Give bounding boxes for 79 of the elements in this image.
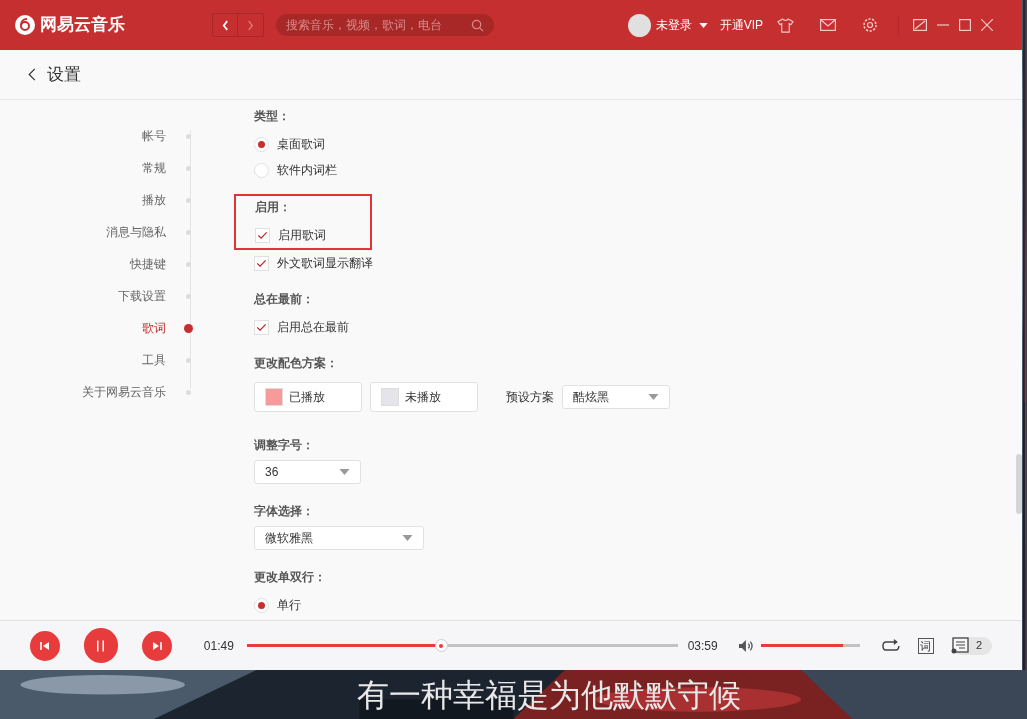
next-button[interactable]	[142, 630, 172, 661]
sidebar-item[interactable]: 播放	[142, 191, 166, 209]
caret-icon	[402, 535, 413, 541]
caret-icon	[648, 394, 659, 400]
desktop-lyric: 有一种幸福是为他默默守候	[356, 674, 741, 716]
preset-label: 预设方案	[506, 389, 554, 406]
dropdown-value: 36	[265, 464, 279, 481]
close-icon[interactable]	[981, 19, 993, 31]
vip-link[interactable]: 开通VIP	[719, 16, 763, 34]
user-name[interactable]: 未登录	[655, 16, 692, 34]
sidebar-item[interactable]: 工具	[142, 351, 166, 369]
check-icon	[256, 257, 267, 269]
repeat-icon[interactable]	[882, 638, 901, 653]
sidebar-item[interactable]: 消息与隐私	[106, 223, 166, 241]
maximize-icon[interactable]	[959, 19, 971, 31]
mail-icon[interactable]	[820, 19, 836, 31]
radio-button[interactable]	[254, 136, 269, 152]
playlist-count: 2	[975, 638, 982, 654]
search-field[interactable]: 搜索音乐，视频，歌词，电台	[276, 14, 494, 36]
color-button[interactable]: 已播放	[254, 382, 362, 412]
dropdown[interactable]: 酷炫黑	[562, 385, 670, 409]
section-heading: 调整字号：	[254, 437, 315, 454]
sidebar-item[interactable]: 快捷键	[130, 255, 166, 273]
checkbox[interactable]	[254, 255, 269, 271]
volume-icon[interactable]	[737, 638, 754, 653]
radio-button[interactable]	[254, 162, 269, 178]
sidebar-item[interactable]: 歌词	[142, 319, 166, 337]
pause-button[interactable]	[83, 628, 119, 663]
skip-back-icon	[39, 640, 50, 651]
section-heading: 更改单双行：	[254, 569, 327, 586]
lyrics-button[interactable]: 词	[918, 637, 934, 654]
skip-forward-icon	[152, 640, 163, 651]
caret-icon[interactable]	[698, 22, 708, 28]
chevron-right-icon	[247, 19, 254, 31]
chevron-left-icon	[221, 19, 229, 31]
section-heading: 更改配色方案：	[254, 355, 339, 372]
sidebar-item[interactable]: 帐号	[142, 127, 166, 145]
option-label: 启用歌词	[278, 227, 326, 244]
caret-icon	[339, 469, 350, 475]
page-title: 设置	[47, 63, 81, 86]
option-label: 软件内词栏	[277, 162, 337, 179]
progress-handle[interactable]	[434, 639, 448, 652]
check-icon	[256, 321, 267, 333]
search-icon	[471, 18, 484, 32]
mini-mode-icon[interactable]	[913, 19, 927, 31]
sidebar-item[interactable]: 关于网易云音乐	[82, 383, 166, 401]
playlist-icon	[949, 636, 970, 655]
checkbox[interactable]	[254, 319, 269, 335]
section-heading: 总在最前：	[254, 291, 315, 308]
option-label: 启用总在最前	[277, 319, 349, 336]
app-name: 网易云音乐	[40, 14, 126, 37]
section-heading: 类型：	[254, 108, 291, 125]
check-icon	[257, 229, 268, 241]
radio-button[interactable]	[254, 597, 269, 613]
section-heading: 字体选择：	[254, 503, 315, 520]
sidebar-item[interactable]: 常规	[142, 159, 166, 177]
shirt-icon[interactable]	[777, 17, 794, 33]
sidebar-item[interactable]: 下载设置	[118, 287, 166, 305]
dropdown[interactable]: 36	[254, 460, 361, 484]
dropdown-value: 微软雅黑	[265, 530, 313, 547]
checkbox[interactable]	[255, 227, 270, 243]
pause-icon	[95, 638, 107, 653]
dropdown-value: 酷炫黑	[573, 389, 609, 406]
avatar[interactable]	[627, 13, 651, 37]
section-heading: 启用：	[255, 199, 292, 216]
app-logo-icon	[15, 15, 35, 35]
color-button[interactable]: 未播放	[370, 382, 478, 412]
progress-track[interactable]	[246, 639, 678, 652]
settings-icon[interactable]	[862, 17, 878, 33]
duration-time: 03:59	[687, 637, 718, 655]
volume-track[interactable]	[761, 644, 861, 647]
playlist-button[interactable]: 2	[951, 636, 992, 655]
option-label: 桌面歌词	[277, 136, 325, 153]
scrollbar-thumb[interactable]	[1016, 454, 1022, 514]
dropdown[interactable]: 微软雅黑	[254, 526, 424, 550]
previous-button[interactable]	[30, 630, 60, 661]
option-label: 外文歌词显示翻译	[277, 255, 373, 272]
option-label: 单行	[277, 597, 301, 614]
elapsed-time: 01:49	[203, 637, 234, 655]
